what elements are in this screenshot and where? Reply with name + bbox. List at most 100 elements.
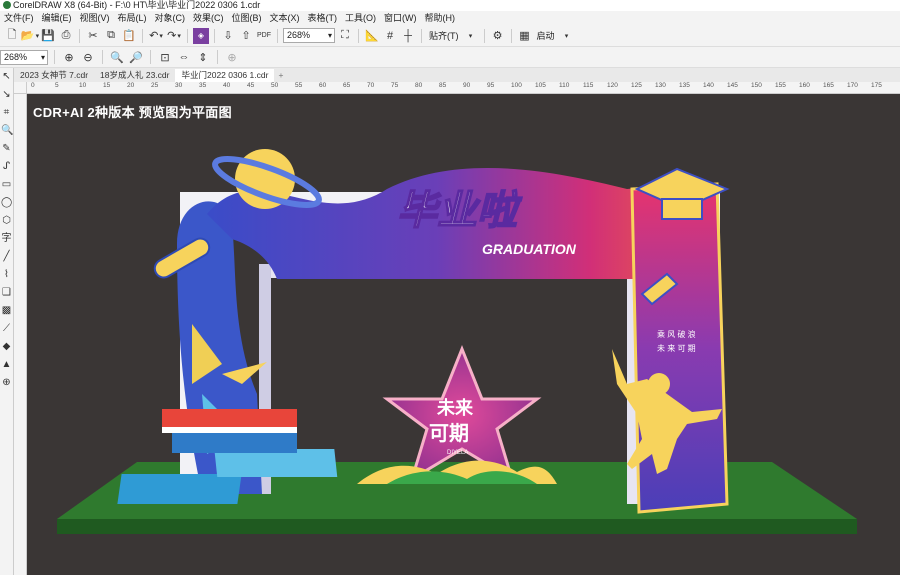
separator [102, 50, 103, 64]
connector-tool-icon[interactable]: ⌇ [1, 268, 12, 281]
ruler-tick-label: 10 [79, 82, 87, 89]
interactive-fill-tool-icon[interactable]: ◆ [1, 340, 12, 353]
parallel-dimension-tool-icon[interactable]: ╱ [1, 250, 12, 263]
ruler-tick-label: 165 [823, 82, 834, 89]
menu-bitmaps[interactable]: 位图(B) [228, 11, 266, 25]
ruler-tick-label: 40 [223, 82, 231, 89]
menu-effects[interactable]: 效果(C) [189, 11, 228, 25]
zoom-to-selected-icon[interactable]: 🔍 [109, 49, 125, 65]
zoom-to-page-icon[interactable]: ⊡ [157, 49, 173, 65]
zoom-out-icon[interactable]: ⊖ [80, 49, 96, 65]
ruler-tick-label: 170 [847, 82, 858, 89]
menu-object[interactable]: 对象(C) [151, 11, 190, 25]
color-eyedropper-tool-icon[interactable]: ⟋ [1, 322, 12, 335]
ruler-tick-label: 115 [583, 82, 594, 89]
standard-toolbar: 🗋 📂 💾 ⎙ ✂ ⧉ 📋 ↶ ↷ ◈ ⇩ ⇧ PDF 268% ⛶ 📐 # ┼… [0, 25, 900, 47]
artwork-graduation-arch[interactable]: 毕业啦 GRADUATION 乘 风 破 浪 未 来 可 期 未来 可期 DIY… [27, 94, 900, 575]
crop-tool-icon[interactable]: ⌗ [1, 106, 12, 119]
ruler-tick-label: 5 [55, 82, 59, 89]
dropdown-arrow-icon[interactable]: ▾ [559, 28, 575, 44]
ruler-tick-label: 110 [559, 82, 570, 89]
menu-edit[interactable]: 编辑(E) [38, 11, 76, 25]
ruler-tick-label: 85 [439, 82, 447, 89]
vertical-ruler[interactable] [14, 94, 27, 575]
menu-layout[interactable]: 布局(L) [114, 11, 151, 25]
add-page-icon[interactable]: ⊕ [224, 49, 240, 65]
smart-fill-tool-icon[interactable]: ▲ [1, 358, 12, 371]
show-grid-icon[interactable]: # [382, 28, 398, 44]
artwork-title: 毕业啦 [397, 189, 523, 233]
redo-icon[interactable]: ↷ [166, 28, 182, 44]
search-content-icon[interactable]: ◈ [193, 27, 209, 44]
drop-shadow-tool-icon[interactable]: ❑ [1, 286, 12, 299]
zoom-to-all-objects-icon[interactable]: 🔎 [128, 49, 144, 65]
publish-pdf-icon[interactable]: PDF [256, 28, 272, 44]
zoom-in-icon[interactable]: ⊕ [61, 49, 77, 65]
ruler-tick-label: 65 [343, 82, 351, 89]
new-tab-plus-icon[interactable]: + [274, 69, 287, 82]
launch-icon[interactable]: ▦ [517, 28, 533, 44]
import-icon[interactable]: ⇩ [220, 28, 236, 44]
undo-icon[interactable]: ↶ [148, 28, 164, 44]
full-screen-icon[interactable]: ⛶ [337, 28, 353, 44]
zoom-to-width-icon[interactable]: ⇔ [176, 49, 192, 65]
dropdown-arrow-icon[interactable]: ▾ [463, 28, 479, 44]
ruler-tick-label: 0 [31, 82, 35, 89]
star-text-line-2: 可期 [429, 422, 469, 445]
tab-document-1[interactable]: 2023 女神节 7.cdr [14, 69, 94, 82]
options-gear-icon[interactable]: ⚙ [490, 28, 506, 44]
zoom-level-select[interactable]: 268% [283, 28, 335, 43]
zoom-to-height-icon[interactable]: ⇕ [195, 49, 211, 65]
tab-document-3[interactable]: 毕业门2022 0306 1.cdr [175, 69, 275, 82]
paste-icon[interactable]: 📋 [121, 28, 137, 44]
cut-icon[interactable]: ✂ [85, 28, 101, 44]
menu-bar: 文件(F) 编辑(E) 视图(V) 布局(L) 对象(C) 效果(C) 位图(B… [0, 11, 900, 25]
menu-help[interactable]: 帮助(H) [421, 11, 460, 25]
new-document-icon[interactable]: 🗋 [4, 28, 20, 44]
ruler-corner[interactable] [14, 82, 27, 94]
ruler-tick-label: 75 [391, 82, 399, 89]
drawing-canvas[interactable]: CDR+AI 2种版本 预览图为平面图 毕业啦 GRADUATION 乘 风 破… [27, 94, 900, 575]
menu-view[interactable]: 视图(V) [76, 11, 114, 25]
ruler-tick-label: 125 [631, 82, 642, 89]
snap-to-dropdown[interactable]: 贴齐(T) [427, 29, 461, 42]
separator [421, 28, 422, 43]
artistic-media-tool-icon[interactable]: ᔑ [1, 160, 12, 173]
rectangle-tool-icon[interactable]: ▭ [1, 178, 12, 191]
print-icon[interactable]: ⎙ [58, 28, 74, 44]
text-tool-icon[interactable]: 字 [1, 232, 12, 245]
horizontal-ruler[interactable]: 0 5 10 15 20 25 30 35 40 45 50 55 60 65 … [27, 82, 900, 94]
open-icon[interactable]: 📂 [21, 28, 38, 44]
transparency-tool-icon[interactable]: ▩ [1, 304, 12, 317]
ruler-tick-label: 60 [319, 82, 327, 89]
ruler-tick-label: 100 [511, 82, 522, 89]
export-icon[interactable]: ⇧ [238, 28, 254, 44]
tab-document-2[interactable]: 18岁成人礼 23.cdr [94, 69, 175, 82]
menu-table[interactable]: 表格(T) [304, 11, 342, 25]
zoom-levels-select[interactable]: 268% [0, 49, 48, 65]
separator [358, 28, 359, 43]
window-title: CorelDRAW X8 (64-Bit) - F:\0 HT\毕业\毕业门20… [13, 0, 261, 10]
freehand-tool-icon[interactable]: ✎ [1, 142, 12, 155]
menu-tools[interactable]: 工具(O) [341, 11, 380, 25]
separator [214, 28, 215, 43]
save-icon[interactable]: 💾 [40, 28, 56, 44]
copy-icon[interactable]: ⧉ [103, 28, 119, 44]
menu-file[interactable]: 文件(F) [0, 11, 38, 25]
app-icon [3, 1, 11, 9]
menu-window[interactable]: 窗口(W) [380, 11, 421, 25]
show-guidelines-icon[interactable]: ┼ [400, 28, 416, 44]
add-tool-icon[interactable]: ⊕ [1, 376, 12, 389]
ruler-tick-label: 140 [703, 82, 714, 89]
launch-dropdown[interactable]: 启动 [535, 29, 557, 42]
zoom-tool-icon[interactable]: 🔍 [1, 124, 13, 137]
ellipse-tool-icon[interactable]: ◯ [1, 196, 12, 209]
ruler-tick-label: 25 [151, 82, 159, 89]
polygon-tool-icon[interactable]: ⬡ [1, 214, 12, 227]
ruler-tick-label: 130 [655, 82, 666, 89]
pick-tool-icon[interactable]: ↖ [1, 70, 12, 83]
show-rulers-icon[interactable]: 📐 [364, 28, 380, 44]
menu-text[interactable]: 文本(X) [266, 11, 304, 25]
shape-tool-icon[interactable]: ↘ [1, 88, 12, 101]
star-text-line-1: 未来 [437, 398, 474, 418]
